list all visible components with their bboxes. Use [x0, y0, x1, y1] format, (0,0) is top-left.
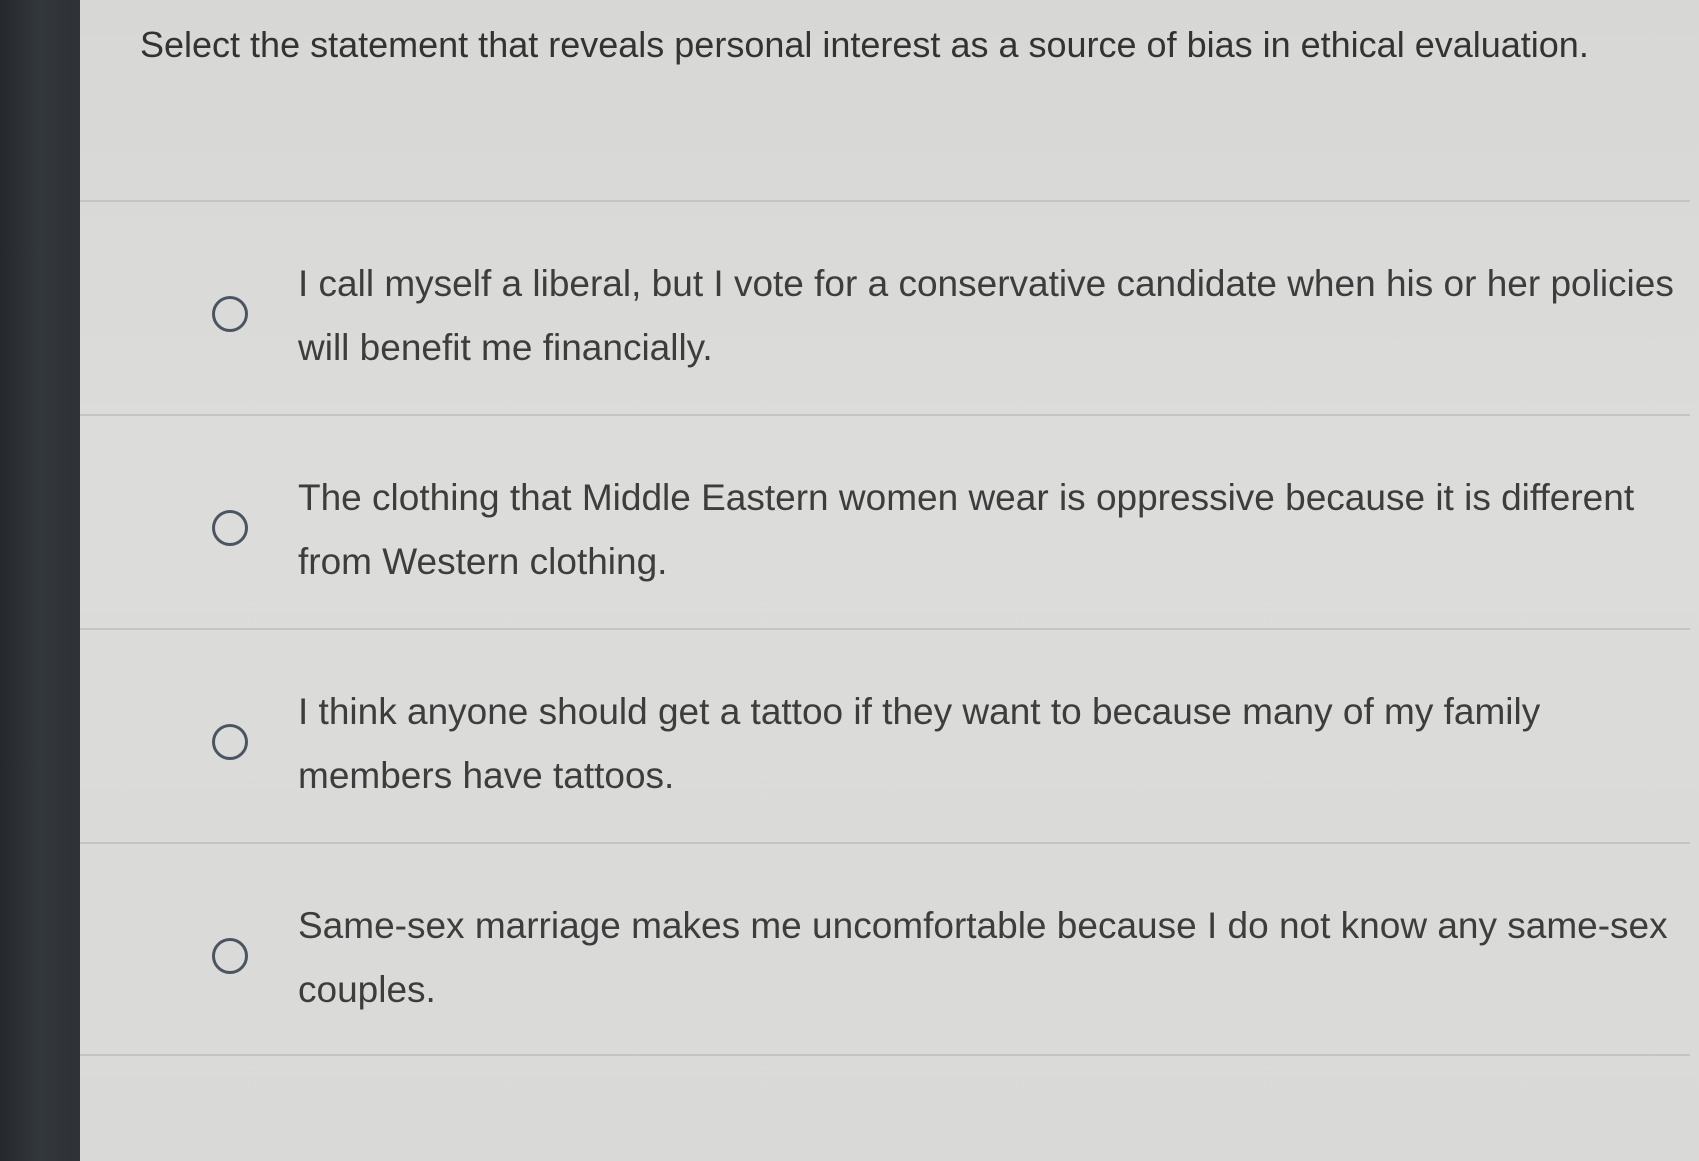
radio-button-icon[interactable] — [212, 938, 248, 974]
radio-button-icon[interactable] — [212, 510, 248, 546]
radio-button-icon[interactable] — [212, 296, 248, 332]
answer-option-label[interactable]: I call myself a liberal, but I vote for … — [298, 252, 1678, 380]
answer-option-label[interactable]: I think anyone should get a tattoo if th… — [298, 680, 1678, 808]
answer-option-1[interactable]: I call myself a liberal, but I vote for … — [80, 200, 1690, 414]
answer-option-label[interactable]: The clothing that Middle Eastern women w… — [298, 466, 1678, 594]
answer-option-label[interactable]: Same-sex marriage makes me uncomfortable… — [298, 894, 1678, 1022]
question-panel: Select the statement that reveals person… — [80, 0, 1699, 1161]
radio-button-icon[interactable] — [212, 724, 248, 760]
answer-option-3[interactable]: I think anyone should get a tattoo if th… — [80, 628, 1690, 842]
question-prompt: Select the statement that reveals person… — [140, 24, 1589, 65]
answer-options: I call myself a liberal, but I vote for … — [80, 200, 1690, 1056]
answer-option-4[interactable]: Same-sex marriage makes me uncomfortable… — [80, 842, 1690, 1056]
answer-option-2[interactable]: The clothing that Middle Eastern women w… — [80, 414, 1690, 628]
screen-bezel: Select the statement that reveals person… — [0, 0, 1699, 1161]
